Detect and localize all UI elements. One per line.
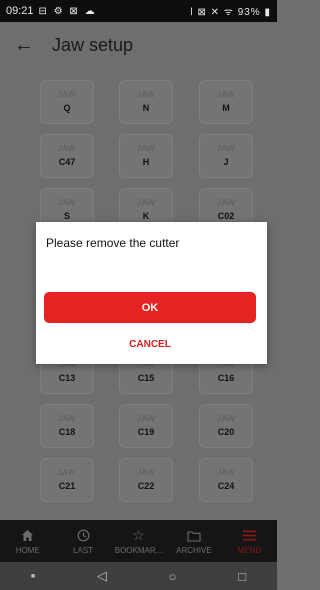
home-icon xyxy=(21,528,34,544)
nav-last[interactable]: LAST xyxy=(55,520,110,562)
jaw-label: JAW xyxy=(216,144,236,153)
jaw-label: JAW xyxy=(136,198,156,207)
status-left-icons: ⊟ ⚙ ⊠ ☁ xyxy=(38,5,97,17)
nav-label: BOOKMAR... xyxy=(114,545,163,555)
jaw-code: Q xyxy=(63,103,71,113)
system-recents-icon[interactable]: □ xyxy=(238,569,246,584)
jaw-code: C20 xyxy=(217,427,235,437)
ok-button[interactable]: OK xyxy=(44,292,256,323)
nav-bookmarks[interactable]: ☆ BOOKMAR... xyxy=(111,520,166,562)
jaw-label: JAW xyxy=(216,414,236,423)
jaw-code: C21 xyxy=(58,481,76,491)
folder-icon xyxy=(187,528,201,544)
app-bar: ← Jaw setup xyxy=(0,22,277,68)
dialog-message: Please remove the cutter xyxy=(46,236,180,250)
jaw-cell[interactable]: JAW C18 xyxy=(40,404,94,448)
nav-label: LAST xyxy=(73,545,94,555)
jaw-cell[interactable]: JAW N xyxy=(119,80,173,124)
menu-icon xyxy=(242,528,256,544)
nav-home[interactable]: HOME xyxy=(0,520,55,562)
jaw-label: JAW xyxy=(216,90,236,99)
status-time: 09:21 xyxy=(6,5,34,17)
jaw-label: JAW xyxy=(57,144,77,153)
jaw-label: JAW xyxy=(216,198,236,207)
nav-archive[interactable]: ARCHIVE xyxy=(166,520,221,562)
jaw-cell[interactable]: JAW C19 xyxy=(119,404,173,448)
system-back-icon[interactable]: ◁ xyxy=(97,568,107,584)
status-bar: 09:21 ⊟ ⚙ ⊠ ☁ ǀ ⊠ ✕ ᯤ 93% ▮ xyxy=(0,0,277,22)
jaw-label: JAW xyxy=(57,468,77,477)
clock-icon xyxy=(77,528,90,544)
nav-label: HOME xyxy=(15,545,40,555)
jaw-cell[interactable]: JAW M xyxy=(199,80,253,124)
jaw-code: N xyxy=(142,103,150,113)
jaw-code: C24 xyxy=(217,481,235,491)
bottom-nav: HOME LAST ☆ BOOKMAR... ARCHIVE MENU xyxy=(0,520,277,562)
jaw-code: C22 xyxy=(137,481,155,491)
jaw-label: JAW xyxy=(216,468,236,477)
jaw-label: JAW xyxy=(136,414,156,423)
jaw-cell[interactable]: JAW C24 xyxy=(199,458,253,502)
jaw-cell[interactable]: JAW J xyxy=(199,134,253,178)
star-icon: ☆ xyxy=(132,527,145,543)
nav-label: MENU xyxy=(237,545,262,555)
jaw-code: M xyxy=(222,103,230,113)
nav-menu[interactable]: MENU xyxy=(222,520,277,562)
jaw-label: JAW xyxy=(57,198,77,207)
jaw-code: C13 xyxy=(58,373,76,383)
nav-label: ARCHIVE xyxy=(176,545,212,555)
jaw-cell[interactable]: JAW C22 xyxy=(119,458,173,502)
dot-icon: ■ xyxy=(30,572,36,580)
jaw-label: JAW xyxy=(57,414,77,423)
page-title: Jaw setup xyxy=(52,34,134,55)
battery-icon: ▮ xyxy=(264,7,271,18)
jaw-label: JAW xyxy=(136,144,156,153)
jaw-cell[interactable]: JAW C47 xyxy=(40,134,94,178)
system-nav-bar: ■ ◁ ○ □ xyxy=(0,562,277,590)
jaw-label: JAW xyxy=(136,90,156,99)
remove-cutter-dialog: Please remove the cutter OK CANCEL xyxy=(36,222,267,364)
jaw-label: JAW xyxy=(136,468,156,477)
jaw-code: J xyxy=(223,157,229,167)
status-right-icons: ǀ ⊠ ✕ ᯤ 93% ▮ xyxy=(190,4,271,18)
jaw-code: C18 xyxy=(58,427,76,437)
jaw-cell[interactable]: JAW C21 xyxy=(40,458,94,502)
jaw-code: H xyxy=(142,157,150,167)
jaw-code: S xyxy=(63,211,70,221)
system-home-icon[interactable]: ○ xyxy=(169,569,177,584)
jaw-label: JAW xyxy=(57,90,77,99)
jaw-code: C16 xyxy=(217,373,235,383)
jaw-cell[interactable]: JAW C20 xyxy=(199,404,253,448)
back-arrow-icon[interactable]: ← xyxy=(14,34,40,57)
jaw-cell[interactable]: JAW Q xyxy=(40,80,94,124)
cancel-button[interactable]: CANCEL xyxy=(44,339,256,357)
jaw-code: C15 xyxy=(137,373,155,383)
jaw-code: C47 xyxy=(58,157,76,167)
jaw-code: C19 xyxy=(137,427,155,437)
status-indicators: ǀ ⊠ ✕ ᯤ xyxy=(190,7,234,18)
jaw-cell[interactable]: JAW H xyxy=(119,134,173,178)
jaw-code: K xyxy=(142,211,150,221)
jaw-code: C02 xyxy=(217,211,235,221)
battery-level: 93% xyxy=(237,7,261,18)
